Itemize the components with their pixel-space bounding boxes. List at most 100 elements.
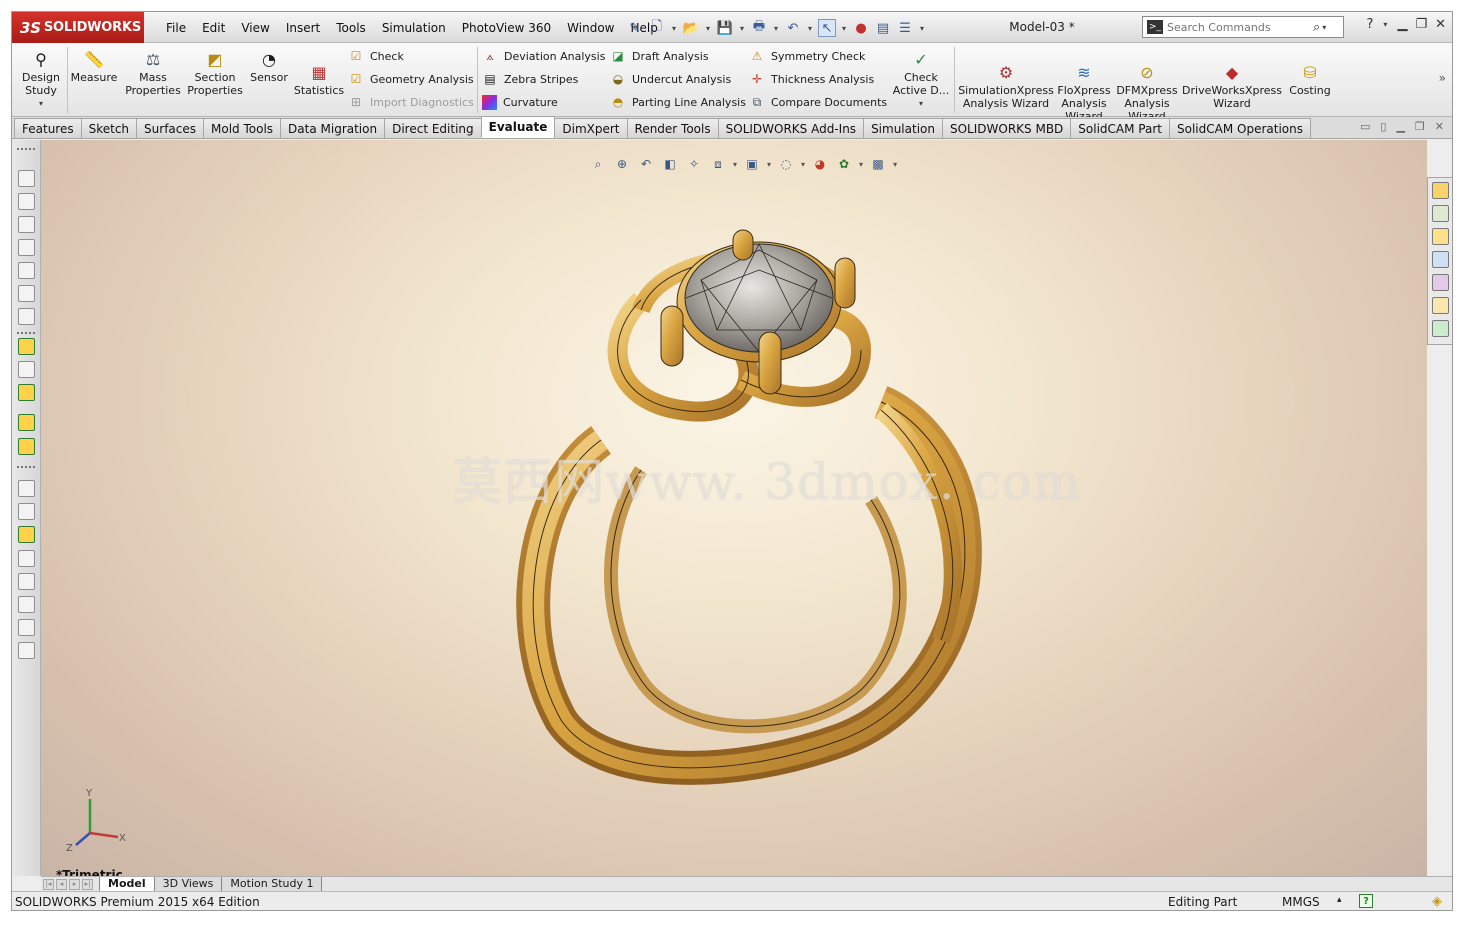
- zebra-stripes-button[interactable]: ▤ Zebra Stripes: [482, 69, 605, 89]
- tab-data-migration[interactable]: Data Migration: [280, 118, 386, 138]
- dfmxpress-button[interactable]: ⊘ DFMXpress Analysis Wizard: [1116, 62, 1178, 123]
- driveworksxpress-button[interactable]: ◆ DriveWorksXpress Wizard: [1182, 62, 1282, 110]
- tab-direct-editing[interactable]: Direct Editing: [384, 118, 482, 138]
- save-icon[interactable]: 💾: [716, 19, 734, 37]
- relations-icon[interactable]: [18, 384, 35, 401]
- tab-render-tools[interactable]: Render Tools: [626, 118, 719, 138]
- menu-window[interactable]: Window: [559, 21, 622, 35]
- undo-icon[interactable]: ↶: [784, 19, 802, 37]
- tab-solidcam-part[interactable]: SolidCAM Part: [1070, 118, 1170, 138]
- chevron-down-icon[interactable]: ▾: [1381, 20, 1389, 29]
- symmetry-check-button[interactable]: ⚠ Symmetry Check: [749, 46, 887, 66]
- open-folder-icon[interactable]: 📂: [682, 19, 700, 37]
- back-view-icon[interactable]: [18, 193, 35, 210]
- tab-mold-tools[interactable]: Mold Tools: [203, 118, 282, 138]
- isometric-view-icon[interactable]: [18, 308, 35, 325]
- tab-sketch[interactable]: Sketch: [80, 118, 138, 138]
- tab-simulation[interactable]: Simulation: [863, 118, 943, 138]
- geometry-analysis-button[interactable]: ☑ Geometry Analysis: [348, 69, 474, 89]
- ribbon-overflow-icon[interactable]: »: [1439, 71, 1446, 85]
- chevron-down-icon[interactable]: ▾: [918, 24, 926, 33]
- quick-tips-icon[interactable]: ?: [1359, 894, 1373, 908]
- annotation-icon[interactable]: [18, 480, 35, 497]
- first-tab-icon[interactable]: |◂: [43, 878, 54, 890]
- select-pointer-icon[interactable]: ↖: [818, 19, 836, 37]
- tab-motion-study[interactable]: Motion Study 1: [221, 876, 323, 892]
- geometric-tolerance-icon[interactable]: [18, 642, 35, 659]
- menu-insert[interactable]: Insert: [278, 21, 328, 35]
- search-box[interactable]: >_ ⌕ ▾: [1142, 16, 1344, 38]
- import-diagnostics-button[interactable]: ⊞ Import Diagnostics: [348, 92, 474, 112]
- appearances-scenes-icon[interactable]: [1432, 274, 1449, 291]
- pin-icon[interactable]: ✎: [626, 19, 644, 37]
- extruded-boss-icon[interactable]: [18, 414, 35, 431]
- menu-tools[interactable]: Tools: [328, 21, 374, 35]
- print-icon[interactable]: 🖶: [750, 19, 768, 37]
- rebuild-traffic-light-icon[interactable]: ●: [852, 19, 870, 37]
- measure-button[interactable]: 📏 Measure: [71, 49, 118, 84]
- menu-simulation[interactable]: Simulation: [374, 21, 454, 35]
- top-view-icon[interactable]: [18, 262, 35, 279]
- balloon-icon[interactable]: [18, 596, 35, 613]
- restore-icon[interactable]: ❐: [1415, 17, 1427, 32]
- datum-icon[interactable]: [18, 503, 35, 520]
- design-study-button[interactable]: ⚲ Design Study ▾: [22, 49, 60, 110]
- new-document-icon[interactable]: 🗋: [648, 19, 666, 37]
- menu-view[interactable]: View: [233, 21, 277, 35]
- sensor-button[interactable]: ◔ Sensor: [247, 49, 291, 84]
- chevron-up-icon[interactable]: ▴: [1337, 895, 1342, 905]
- chevron-down-icon[interactable]: ▾: [806, 24, 814, 33]
- chevron-down-icon[interactable]: ▾: [840, 24, 848, 33]
- home-icon[interactable]: [1432, 182, 1449, 199]
- last-tab-icon[interactable]: ▸|: [82, 878, 93, 890]
- note-icon[interactable]: [18, 573, 35, 590]
- surface-finish-icon[interactable]: [18, 550, 35, 567]
- tab-solidcam-operations[interactable]: SolidCAM Operations: [1169, 118, 1311, 138]
- tag-icon[interactable]: ◈: [1432, 894, 1442, 909]
- section-properties-button[interactable]: ◩ Section Properties: [186, 49, 244, 97]
- file-properties-icon[interactable]: ▤: [874, 19, 892, 37]
- search-input[interactable]: [1167, 20, 1307, 34]
- draft-analysis-button[interactable]: ◪ Draft Analysis: [610, 46, 746, 66]
- simulationxpress-button[interactable]: ⚙ SimulationXpress Analysis Wizard: [958, 62, 1054, 110]
- right-view-icon[interactable]: [18, 239, 35, 256]
- front-view-icon[interactable]: [18, 170, 35, 187]
- tab-solidworks-add-ins[interactable]: SOLIDWORKS Add-Ins: [717, 118, 865, 138]
- statistics-button[interactable]: ▦ Statistics: [294, 62, 344, 97]
- deviation-analysis-button[interactable]: ⟑ Deviation Analysis: [482, 46, 605, 66]
- solidworks-resources-icon[interactable]: [1432, 205, 1449, 222]
- tile-vertical-icon[interactable]: ▯: [1380, 120, 1386, 133]
- next-tab-icon[interactable]: ▸: [69, 878, 80, 890]
- close-icon[interactable]: ✕: [1435, 17, 1446, 32]
- view-palette-icon[interactable]: [1432, 320, 1449, 337]
- costing-button[interactable]: ⛁ Costing: [1286, 62, 1334, 97]
- check-active-document-button[interactable]: ✓ Check Active D... ▾: [892, 49, 950, 110]
- chevron-down-icon[interactable]: ▾: [37, 97, 45, 110]
- doc-minimize-icon[interactable]: ▁: [1396, 120, 1404, 133]
- chevron-down-icon[interactable]: ▾: [1320, 23, 1328, 32]
- doc-close-icon[interactable]: ✕: [1435, 120, 1444, 133]
- unit-system[interactable]: MMGS: [1282, 895, 1320, 909]
- revolved-boss-icon[interactable]: [18, 438, 35, 455]
- floxpress-button[interactable]: ≋ FloXpress Analysis Wizard: [1056, 62, 1112, 123]
- search-icon[interactable]: ⌕: [1313, 20, 1320, 35]
- design-library-icon[interactable]: [1432, 228, 1449, 245]
- menu-photoview[interactable]: PhotoView 360: [454, 21, 559, 35]
- tile-horizontal-icon[interactable]: ▭: [1360, 120, 1370, 133]
- bottom-view-icon[interactable]: [18, 285, 35, 302]
- options-icon[interactable]: ☰: [896, 19, 914, 37]
- chevron-down-icon[interactable]: ▾: [917, 97, 925, 110]
- tab-features[interactable]: Features: [14, 118, 82, 138]
- curvature-button[interactable]: Curvature: [482, 92, 605, 112]
- menu-file[interactable]: File: [158, 21, 194, 35]
- tab-surfaces[interactable]: Surfaces: [136, 118, 205, 138]
- doc-restore-icon[interactable]: ❐: [1415, 120, 1425, 133]
- chevron-down-icon[interactable]: ▾: [738, 24, 746, 33]
- chevron-down-icon[interactable]: ▾: [670, 24, 678, 33]
- smart-dimension-icon[interactable]: [18, 361, 35, 378]
- file-explorer-icon[interactable]: [1432, 251, 1449, 268]
- chevron-down-icon[interactable]: ▾: [772, 24, 780, 33]
- parting-line-analysis-button[interactable]: ◓ Parting Line Analysis: [610, 92, 746, 112]
- thickness-analysis-button[interactable]: ✛ Thickness Analysis: [749, 69, 887, 89]
- mass-properties-button[interactable]: ⚖ Mass Properties: [125, 49, 181, 97]
